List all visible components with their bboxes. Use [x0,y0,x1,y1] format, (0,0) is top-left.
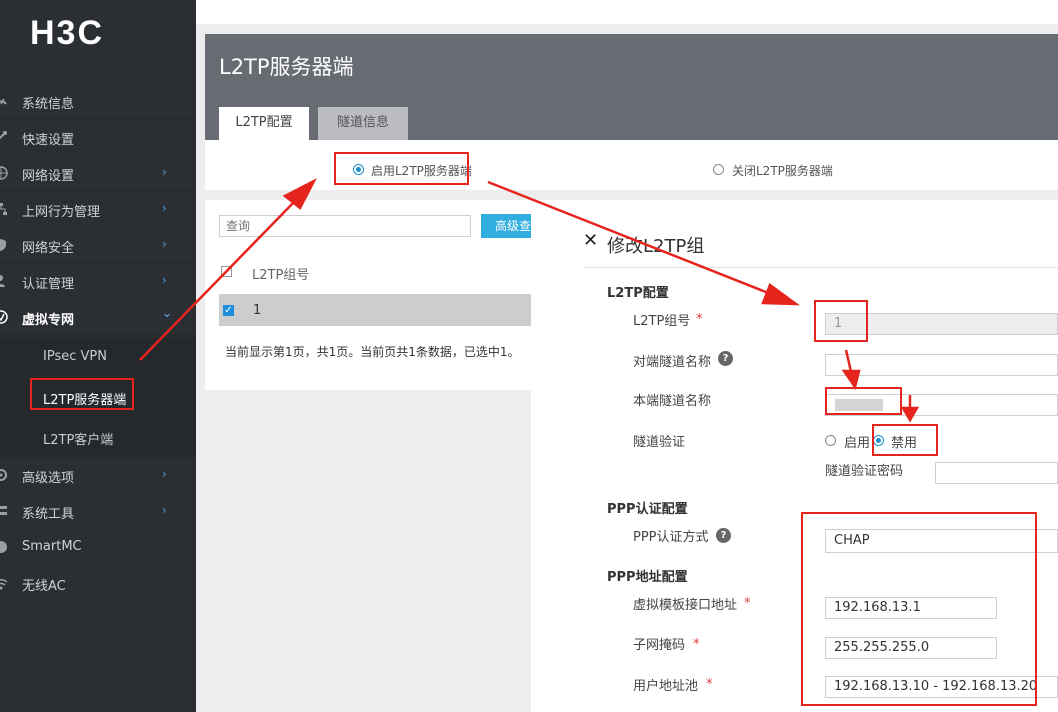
section-ppp-addr: PPP地址配置 [607,570,688,585]
top-bar [196,0,1058,24]
tab-bar: L2TP配置 隧道信息 [205,96,1058,140]
sidebar-item-behavior-mgmt[interactable]: 上网行为管理 › [0,192,196,228]
sidebar-subitem-label: IPsec VPN [43,349,107,364]
wifi-icon [0,578,8,590]
peer-tunnel-name-label: 对端隧道名称 [633,355,712,370]
ppp-auth-method-label: PPP认证方式 [633,530,709,545]
chevron-right-icon: › [162,273,167,287]
required-mark: * [696,312,703,327]
sidebar-item-system-tools[interactable]: 系统工具 › [0,494,196,530]
settings-icon [0,469,7,481]
tunnel-password-label: 隧道验证密码 [825,464,904,479]
sidebar-item-label: 网络设置 [22,169,75,184]
globe-icon [0,166,8,180]
chevron-right-icon: › [162,467,167,481]
sidebar-item-smartmc[interactable]: SmartMC [0,530,196,566]
sidebar-item-label: 系统工具 [22,507,75,522]
sidebar-item-label: 快速设置 [22,133,75,148]
sidebar: H3C 系统信息 快速设置 网络设置 › 上网行为管理 › 网络安全 › 认证管… [0,0,196,712]
sidebar-item-system-info[interactable]: 系统信息 [0,84,196,120]
server-toggle: 启用L2TP服务器端 关闭L2TP服务器端 [205,140,1058,190]
tunnel-auth-label: 隧道验证 [633,435,686,450]
close-icon[interactable]: ✕ [583,230,598,251]
subnet-mask-label: 子网掩码 [633,638,686,653]
section-l2tp-config: L2TP配置 [607,286,669,301]
sidebar-item-vpn[interactable]: 虚拟专网 ⌄ [0,300,196,336]
sidebar-item-wireless-ac[interactable]: 无线AC [0,566,196,602]
search-input[interactable] [219,215,471,237]
chevron-right-icon: › [162,201,167,215]
page-title: L2TP服务器端 [219,55,354,79]
pagination-status: 当前显示第1页，共1页。当前页共1条数据，已选中1。 [225,345,520,359]
page-header: L2TP服务器端 [205,34,1058,96]
disable-server-radio[interactable] [713,164,724,175]
tools-icon [0,506,7,515]
divider [583,267,1058,268]
chevron-right-icon: › [162,165,167,179]
sitemap-icon [0,203,7,215]
sidebar-item-label: 虚拟专网 [22,313,75,328]
advanced-query-button[interactable]: 高级查询 [481,214,531,238]
required-mark: * [744,596,751,611]
tunnel-auth-enable-label[interactable]: 启用 [844,432,870,451]
sidebar-item-quick-setup[interactable]: 快速设置 [0,120,196,156]
sidebar-item-label: 网络安全 [22,241,75,256]
group-list-panel: 高级查询 L2TP组号 ✓ 1 当前显示第1页，共1页。当前页共1条数据，已选中… [205,200,531,390]
sidebar-item-label: 认证管理 [22,277,75,292]
vpn-icon [0,310,8,324]
shield-icon [0,239,6,251]
annotation-box [872,424,938,456]
local-tunnel-name-label: 本端隧道名称 [633,394,712,409]
disable-server-label[interactable]: 关闭L2TP服务器端 [732,162,833,179]
sidebar-item-network-security[interactable]: 网络安全 › [0,228,196,264]
annotation-box [801,512,1037,706]
annotation-box [825,387,902,415]
sidebar-item-advanced[interactable]: 高级选项 › [0,458,196,494]
sidebar-item-auth-mgmt[interactable]: 认证管理 › [0,264,196,300]
svg-text:H3C: H3C [30,14,104,52]
peer-tunnel-name-field[interactable] [825,354,1058,376]
sidebar-item-label: 系统信息 [22,97,75,112]
vt-addr-label: 虚拟模板接口地址 [633,598,738,613]
wand-icon [0,131,7,140]
select-all-checkbox[interactable] [221,266,232,277]
annotation-box [334,152,469,185]
tunnel-password-field[interactable] [935,462,1058,484]
chevron-right-icon: › [162,237,167,251]
smartmc-icon [0,541,7,553]
user-pool-label: 用户地址池 [633,679,699,694]
sidebar-item-label: 上网行为管理 [22,205,101,220]
tab-l2tp-config[interactable]: L2TP配置 [219,107,309,140]
required-mark: * [693,637,700,652]
sidebar-item-network-settings[interactable]: 网络设置 › [0,156,196,192]
column-header-group: L2TP组号 [252,268,310,283]
chevron-down-icon: ⌄ [162,306,173,320]
required-mark: * [706,677,713,692]
sidebar-subitem-label: L2TP客户端 [43,433,114,448]
help-icon[interactable]: ? [716,528,731,543]
row-group-number: 1 [253,303,262,318]
sidebar-item-label: SmartMC [22,539,82,554]
group-no-label: L2TP组号 [633,314,691,329]
sidebar-item-label: 高级选项 [22,471,75,486]
annotation-box [30,378,134,410]
tab-tunnel-info[interactable]: 隧道信息 [318,107,408,140]
sidebar-subitem-l2tp-client[interactable]: L2TP客户端 [0,417,196,457]
help-icon[interactable]: ? [718,351,733,366]
dashboard-icon [0,98,7,105]
row-checkbox[interactable]: ✓ [223,305,234,316]
table-row[interactable]: ✓ 1 [219,294,531,326]
tunnel-auth-enable-radio[interactable] [825,435,836,446]
annotation-box [814,300,868,342]
chevron-right-icon: › [162,503,167,517]
section-ppp-auth: PPP认证配置 [607,502,688,517]
user-check-icon [0,275,5,287]
h3c-logo: H3C [30,14,104,52]
sidebar-subitem-ipsec-vpn[interactable]: IPsec VPN [0,337,196,377]
sidebar-item-label: 无线AC [22,579,66,594]
dialog-title: 修改L2TP组 [607,236,705,257]
